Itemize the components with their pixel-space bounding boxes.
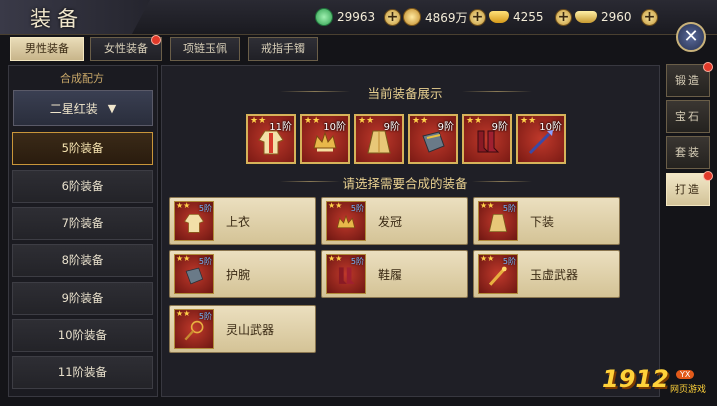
watermark-badge: YX xyxy=(676,370,695,379)
option-name: 下装 xyxy=(530,215,555,229)
item-icon-frame: ★★ 5阶 xyxy=(326,201,366,241)
option-name: 护腕 xyxy=(226,268,251,282)
currency-copper: 4869万 xyxy=(403,8,468,26)
tab-necklace-jade[interactable]: 项链玉佩 xyxy=(170,37,240,61)
equipped-slot-crown[interactable]: ★★ 10阶 xyxy=(300,114,350,164)
skirt-armor-icon xyxy=(488,213,508,233)
equipped-slot-boots[interactable]: ★★ 9阶 xyxy=(462,114,512,164)
item-icon-frame: ★★ 5阶 xyxy=(174,201,214,241)
watermark-site: 网页游戏 xyxy=(670,385,707,395)
boots-icon xyxy=(338,267,355,284)
currency-ingot-value: 2960 xyxy=(601,10,632,24)
item-icon-frame: ★★ 5阶 xyxy=(174,309,214,349)
tab-male-equipment[interactable]: 男性装备 xyxy=(10,37,84,61)
recipe-label: 合成配方 xyxy=(60,72,104,85)
star-rating: ★★ xyxy=(466,116,483,126)
option-card-bottom[interactable]: ★★ 5阶 下装 xyxy=(473,197,620,245)
divider-ornament xyxy=(462,91,532,92)
option-card-boots[interactable]: ★★ 5阶 鞋履 xyxy=(321,250,468,298)
level-item-5[interactable]: 5阶装备 xyxy=(12,132,153,165)
star-rating: ★★ xyxy=(328,201,343,210)
option-card-bracer[interactable]: ★★ 5阶 护腕 xyxy=(169,250,316,298)
currency-copper-value: 4869万 xyxy=(425,10,468,25)
star-rating: ★★ xyxy=(250,116,267,126)
tab-ring-bracelet[interactable]: 戒指手镯 xyxy=(248,37,318,61)
level-item-8[interactable]: 8阶装备 xyxy=(12,244,153,277)
option-name: 灵山武器 xyxy=(226,323,275,337)
option-name: 发冠 xyxy=(378,215,403,229)
star-rating: ★★ xyxy=(304,116,321,126)
add-ingot-button[interactable]: + xyxy=(641,9,658,26)
site-watermark: 1912 xyxy=(602,365,669,393)
gold-ingot-icon xyxy=(489,11,509,23)
option-name: 上衣 xyxy=(226,215,251,229)
star-rating: ★★ xyxy=(176,201,191,210)
item-icon-frame: ★★ 5阶 xyxy=(478,254,518,294)
star-rating: ★★ xyxy=(480,201,495,210)
currency-jade-value: 29963 xyxy=(337,10,376,24)
currency-gold: 4255 xyxy=(489,8,544,26)
bracer-icon xyxy=(422,131,445,153)
site-watermark-sub: YX 网页游戏 xyxy=(670,370,710,395)
item-icon-frame: ★★ 5阶 xyxy=(326,254,366,294)
item-icon-frame: ★★ 5阶 xyxy=(478,201,518,241)
option-card-crown[interactable]: ★★ 5阶 发冠 xyxy=(321,197,468,245)
side-tab-gem[interactable]: 宝石 xyxy=(666,100,710,133)
equipped-slot-robe[interactable]: ★★ 11阶 xyxy=(246,114,296,164)
notification-dot xyxy=(151,35,161,45)
skirt-armor-icon xyxy=(367,130,391,154)
star-rating: ★★ xyxy=(176,309,191,318)
robe-icon xyxy=(183,213,205,233)
grade-dropdown[interactable]: 二星红装 ▼ xyxy=(13,90,153,126)
spear-icon xyxy=(528,130,553,155)
level-item-7[interactable]: 7阶装备 xyxy=(12,207,153,240)
side-tab-set[interactable]: 套装 xyxy=(666,136,710,169)
star-rating: ★★ xyxy=(328,254,343,263)
staff-icon xyxy=(488,266,507,286)
option-card-lingshan-weapon[interactable]: ★★ 5阶 灵山武器 xyxy=(169,305,316,353)
grade-dropdown-value: 二星红装 xyxy=(49,101,98,116)
current-equipment-title: 当前装备展示 xyxy=(367,86,443,101)
level-item-6[interactable]: 6阶装备 xyxy=(12,170,153,203)
star-rating: ★★ xyxy=(480,254,495,263)
racket-weapon-icon xyxy=(184,320,204,341)
level-item-9[interactable]: 9阶装备 xyxy=(12,282,153,315)
silver-ingot-icon xyxy=(575,11,597,23)
copper-coin-icon xyxy=(403,8,421,26)
close-button[interactable]: ✕ xyxy=(676,22,706,52)
boots-icon xyxy=(477,130,500,153)
divider-ornament xyxy=(472,181,532,182)
add-gold-button[interactable]: + xyxy=(555,9,572,26)
currency-gold-value: 4255 xyxy=(513,10,544,24)
star-rating: ★★ xyxy=(520,116,537,126)
item-icon-frame: ★★ 5阶 xyxy=(174,254,214,294)
page-title: 装备 xyxy=(30,7,84,31)
option-name: 玉虚武器 xyxy=(530,268,579,282)
equipped-slot-skirt[interactable]: ★★ 9阶 xyxy=(354,114,404,164)
star-rating: ★★ xyxy=(358,116,375,126)
jade-coin-icon xyxy=(315,8,333,26)
add-copper-button[interactable]: + xyxy=(469,9,486,26)
select-equipment-title: 请选择需要合成的装备 xyxy=(342,176,468,191)
currency-ingot: 2960 xyxy=(575,8,632,26)
equipped-slot-spear[interactable]: ★★ 10阶 xyxy=(516,114,566,164)
notification-dot xyxy=(703,171,713,181)
option-name: 鞋履 xyxy=(378,268,403,282)
option-card-yuxu-weapon[interactable]: ★★ 5阶 玉虚武器 xyxy=(473,250,620,298)
level-item-10[interactable]: 10阶装备 xyxy=(12,319,153,352)
currency-jade: 29963 xyxy=(315,8,375,26)
chevron-down-icon: ▼ xyxy=(107,101,117,115)
add-jade-button[interactable]: + xyxy=(384,9,401,26)
bracer-icon xyxy=(185,267,204,285)
level-item-11[interactable]: 11阶装备 xyxy=(12,356,153,389)
star-rating: ★★ xyxy=(176,254,191,263)
option-card-top[interactable]: ★★ 5阶 上衣 xyxy=(169,197,316,245)
notification-dot xyxy=(703,62,713,72)
equipped-slot-bracer[interactable]: ★★ 9阶 xyxy=(408,114,458,164)
crown-icon xyxy=(336,214,356,229)
star-rating: ★★ xyxy=(412,116,429,126)
crown-icon xyxy=(313,131,337,152)
robe-icon xyxy=(258,130,284,155)
